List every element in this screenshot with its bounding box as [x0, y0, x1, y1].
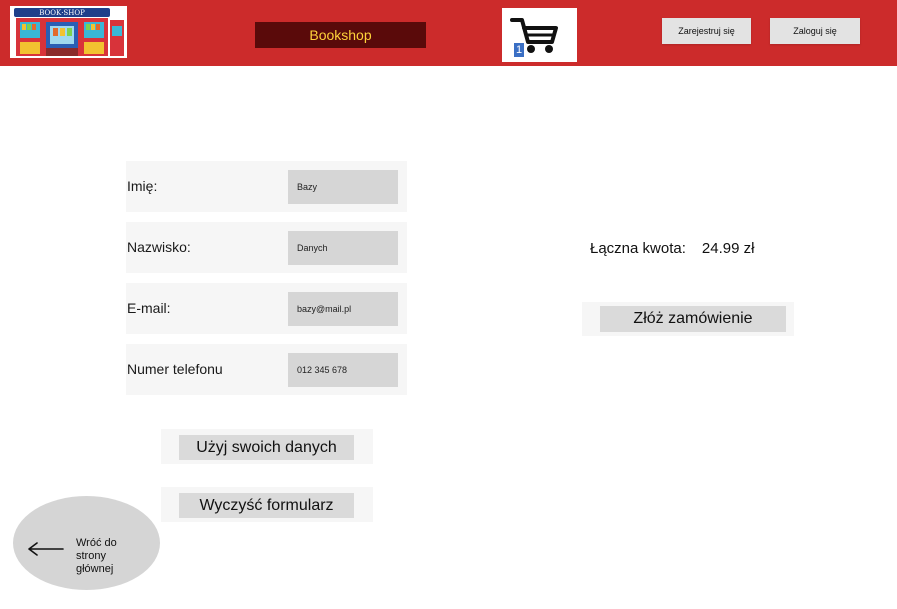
- login-button[interactable]: Zaloguj się: [770, 18, 860, 44]
- use-my-data-button[interactable]: Użyj swoich danych: [179, 435, 354, 460]
- arrow-left-icon: [28, 542, 64, 556]
- phone-label: Numer telefonu: [127, 361, 223, 377]
- email-field[interactable]: [288, 292, 398, 326]
- phone-field[interactable]: [288, 353, 398, 387]
- phone-row: Numer telefonu: [126, 344, 407, 395]
- clear-form-button[interactable]: Wyczyść formularz: [179, 493, 354, 518]
- first-name-field[interactable]: [288, 170, 398, 204]
- back-label-line-2: strony: [76, 550, 106, 562]
- order-total: Łączna kwota: 24.99 zł: [590, 240, 754, 257]
- back-home-label: Wróć do strony głównej: [76, 537, 146, 576]
- svg-text:BOOK·SHOP: BOOK·SHOP: [39, 9, 85, 17]
- total-label: Łączna kwota:: [590, 240, 686, 257]
- email-row: E-mail:: [126, 283, 407, 334]
- cart-button[interactable]: 1: [502, 8, 577, 62]
- header-bar: BOOK·SHOP Bookshop 1 Zarejestruj się Zal…: [0, 0, 897, 66]
- register-button[interactable]: Zarejestruj się: [662, 18, 751, 44]
- email-label: E-mail:: [127, 300, 171, 316]
- back-label-line-1: Wróć do: [76, 537, 117, 549]
- last-name-field[interactable]: [288, 231, 398, 265]
- back-home-button[interactable]: Wróć do strony głównej: [13, 496, 160, 590]
- use-data-wrapper: Użyj swoich danych: [161, 429, 373, 464]
- last-name-row: Nazwisko:: [126, 222, 407, 273]
- total-amount: 24.99 zł: [701, 240, 755, 257]
- bookshop-logo[interactable]: BOOK·SHOP: [10, 6, 127, 58]
- last-name-label: Nazwisko:: [127, 239, 191, 255]
- place-order-button[interactable]: Złóż zamówienie: [600, 306, 786, 332]
- place-order-wrapper: Złóż zamówienie: [582, 302, 794, 336]
- cart-count-badge: 1: [514, 43, 524, 57]
- clear-form-wrapper: Wyczyść formularz: [161, 487, 373, 522]
- back-label-line-3: głównej: [76, 563, 114, 575]
- bookshop-logo-image: BOOK·SHOP: [10, 6, 127, 58]
- first-name-row: Imię:: [126, 161, 407, 212]
- first-name-label: Imię:: [127, 178, 158, 194]
- brand-title[interactable]: Bookshop: [255, 22, 426, 48]
